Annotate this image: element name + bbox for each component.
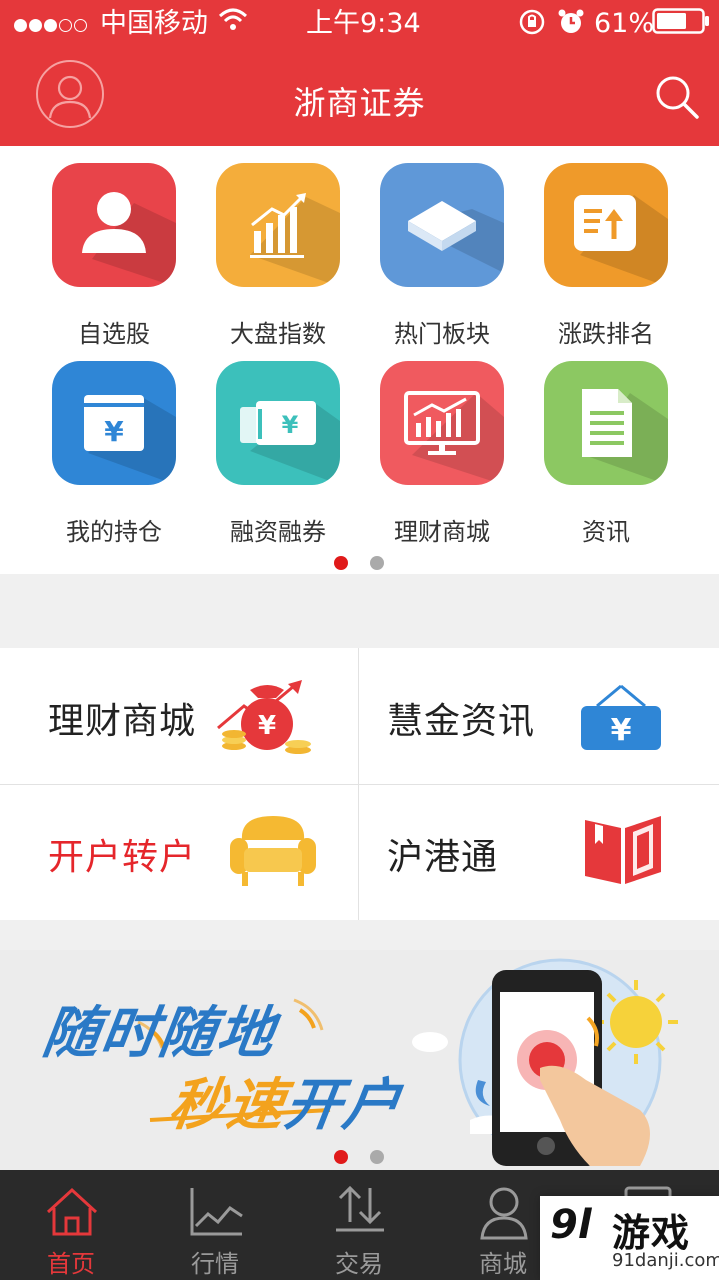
svg-text:¥: ¥ (258, 711, 276, 741)
tab-trade[interactable]: 交易 (304, 1170, 414, 1280)
feature-divider-horizontal (0, 784, 719, 785)
tab-label: 行情 (191, 1250, 239, 1278)
feature-label: 理财商城 (48, 701, 197, 742)
grid-item-wealth-mall[interactable]: 理财商城 (360, 344, 524, 546)
grid-item-market-index[interactable]: 大盘指数 (196, 146, 360, 348)
watermark-url: 91danji.com (612, 1250, 719, 1271)
watermark-91danji: 9l 游戏 91danji.com (540, 1196, 719, 1280)
grid-item-label: 理财商城 (394, 518, 490, 546)
tab-label: 首页 (47, 1250, 95, 1278)
feature-open-account[interactable]: 开户转户 (0, 784, 359, 920)
banner-dot-1[interactable] (334, 1150, 348, 1164)
banner-headline-1: 随时随地 (38, 1001, 280, 1066)
carrier-name: 中国移动 (100, 8, 208, 39)
document-icon (544, 361, 668, 485)
ranking-icon (544, 163, 668, 287)
rotation-lock-icon (518, 8, 546, 44)
grid-item-label: 资讯 (582, 518, 630, 546)
banner-headline-2: 秒速开户 (164, 1060, 407, 1141)
feature-huijin-news[interactable]: 慧金资讯 ¥ (359, 648, 718, 784)
grid-item-news[interactable]: 资讯 (524, 344, 688, 546)
battery-percent: 61% (594, 8, 655, 39)
monitor-chart-icon (380, 361, 504, 485)
grid-item-label: 融资融券 (230, 518, 326, 546)
feature-panel: 理财商城 ¥ 慧金资讯 ¥ 开户转户 沪港通 (0, 648, 719, 920)
app-root: { "status": {"carrier": "中国移动", "time": … (0, 0, 719, 1280)
book-icon (585, 816, 661, 884)
watermark-title: 游戏 (612, 1211, 691, 1255)
grid-item-watchlist[interactable]: 自选股 (32, 146, 196, 348)
yen-sign-icon: ¥ (581, 684, 661, 750)
feature-label: 慧金资讯 (387, 701, 536, 742)
tab-market[interactable]: 行情 (160, 1170, 270, 1280)
svg-text:¥: ¥ (104, 415, 124, 448)
person-icon (52, 163, 176, 287)
page-dot-1[interactable] (334, 556, 348, 570)
grid-item-positions[interactable]: ¥ 我的持仓 (32, 344, 196, 546)
banner-page-indicator[interactable] (0, 1150, 719, 1166)
signal-icon (14, 8, 89, 40)
watermark-logo: 9l (550, 1202, 592, 1248)
promo-banner[interactable]: 随时随地 秒速开户 (0, 950, 719, 1170)
banner-dot-2[interactable] (370, 1150, 384, 1164)
bar-chart-icon (216, 163, 340, 287)
banner-headline-2a: 秒速 (164, 1073, 290, 1138)
page-title: 浙商证券 (293, 84, 426, 122)
battery-icon (652, 8, 710, 42)
status-bar: 中国移动 上午9:34 61% (0, 0, 719, 50)
home-icon (46, 1187, 98, 1236)
feature-wealth-mall[interactable]: 理财商城 ¥ (0, 648, 359, 784)
grid-item-label: 我的持仓 (66, 518, 162, 546)
wallet-icon: ¥ (52, 361, 176, 485)
money-bag-icon: ¥ (217, 680, 311, 754)
search-icon (656, 76, 699, 119)
user-icon (480, 1187, 528, 1240)
tab-label: 交易 (335, 1250, 383, 1278)
grid-item-hot-sectors[interactable]: 热门板块 (360, 146, 524, 348)
feature-label: 开户转户 (48, 837, 197, 878)
function-grid: 自选股 大盘指数 热门板块 涨跌排名 ¥ 我的持仓 ¥ 融资融券 理财商城 资讯 (0, 146, 719, 574)
grid-item-ranking[interactable]: 涨跌排名 (524, 146, 688, 348)
wifi-icon (218, 8, 248, 40)
feature-shanghai-hk-connect[interactable]: 沪港通 (359, 784, 718, 920)
trade-arrows-icon (336, 1185, 384, 1232)
sofa-icon (230, 816, 316, 886)
svg-text:¥: ¥ (611, 713, 632, 748)
ticket-icon: ¥ (216, 361, 340, 485)
svg-text:¥: ¥ (282, 411, 299, 439)
alarm-icon (557, 8, 585, 44)
clock-time: 上午9:34 (306, 8, 421, 39)
app-header: 浙商证券 (0, 50, 719, 146)
banner-headline-2b: 开户 (280, 1073, 406, 1138)
layers-icon (380, 163, 504, 287)
tab-home[interactable]: 首页 (16, 1170, 126, 1280)
page-dot-2[interactable] (370, 556, 384, 570)
search-button[interactable] (652, 72, 702, 122)
grid-page-indicator[interactable] (0, 556, 719, 572)
grid-item-margin-trading[interactable]: ¥ 融资融券 (196, 344, 360, 546)
chart-line-icon (190, 1188, 243, 1236)
feature-label: 沪港通 (387, 837, 499, 878)
